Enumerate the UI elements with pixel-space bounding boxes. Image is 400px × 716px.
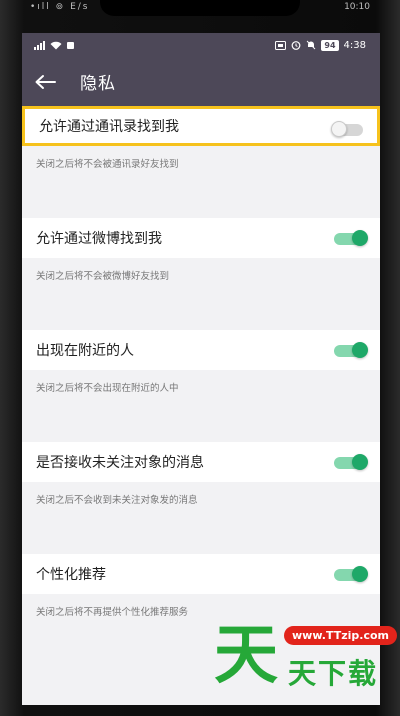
setting-row-nearby[interactable]: 出现在附近的人 [22,330,380,370]
divider [22,195,380,218]
divider [22,307,380,330]
setting-description: 关闭之后将不会被微博好友找到 [36,271,170,282]
setting-label: 个性化推荐 [36,567,106,583]
status-bar: 94 4:38 [22,33,380,57]
watermark-logo: 天 www.TTzip.com 天下载 [214,620,397,698]
toggle-thumb [331,121,347,137]
setting-description: 关闭之后将不会出现在附近的人中 [36,383,179,394]
toggle-thumb [352,230,368,246]
setting-description: 关闭之后将不会被通讯录好友找到 [36,159,179,170]
toggle-thumb [352,454,368,470]
setting-row-weibo[interactable]: 允许通过微博找到我 [22,218,380,258]
back-arrow-icon[interactable] [34,74,56,90]
nfc-icon [275,40,287,50]
toggle-recommendation[interactable] [334,566,368,582]
toggle-contacts[interactable] [331,121,365,137]
outer-status-left: •ıll ⊚ E/s [30,2,90,12]
page-title: 隐私 [80,74,116,94]
divider [22,531,380,554]
setting-label: 出现在附近的人 [36,343,134,359]
battery-indicator: 94 [321,39,339,51]
wifi-icon [50,41,62,49]
toggle-nearby[interactable] [334,342,368,358]
settings-list: 允许通过通讯录找到我 关闭之后将不会被通讯录好友找到 允许通过微博找到我 关闭之… [22,106,380,643]
toggle-stranger-messages[interactable] [334,454,368,470]
screen: 94 4:38 隐私 允许通过通讯录找到我 关闭之后将不会被通讯录好友找到 允许… [22,33,380,705]
mute-icon [307,40,316,50]
notification-icon [67,41,74,49]
watermark-logo-char: 天 [214,619,278,693]
setting-description: 关闭之后不会收到未关注对象发的消息 [36,495,198,506]
signal-icon [34,40,45,50]
setting-nearby: 出现在附近的人 关闭之后将不会出现在附近的人中 [22,330,380,419]
status-left [34,40,74,50]
status-right: 94 4:38 [275,39,366,51]
outer-status-time: 10:10 [344,2,370,12]
watermark-text: 天下载 [288,657,379,690]
divider [22,419,380,442]
setting-stranger-messages: 是否接收未关注对象的消息 关闭之后不会收到未关注对象发的消息 [22,442,380,531]
toggle-weibo[interactable] [334,230,368,246]
phone-frame: •ıll ⊚ E/s 10:10 94 4:38 隐私 允许通过通讯录找到我 关… [0,0,400,716]
app-header: 隐私 [22,57,380,106]
setting-label: 是否接收未关注对象的消息 [36,455,204,471]
setting-label: 允许通过微博找到我 [36,231,162,247]
setting-weibo: 允许通过微博找到我 关闭之后将不会被微博好友找到 [22,218,380,307]
setting-row-recommendation[interactable]: 个性化推荐 [22,554,380,594]
setting-row-contacts[interactable]: 允许通过通讯录找到我 [22,106,380,146]
setting-label: 允许通过通讯录找到我 [39,119,179,135]
watermark-url: www.TTzip.com [284,626,397,645]
setting-row-stranger-messages[interactable]: 是否接收未关注对象的消息 [22,442,380,482]
toggle-thumb [352,342,368,358]
alarm-icon [291,41,301,50]
toggle-thumb [352,566,368,582]
status-time: 4:38 [343,39,366,51]
setting-contacts: 允许通过通讯录找到我 关闭之后将不会被通讯录好友找到 [22,106,380,195]
phone-notch [100,0,300,16]
